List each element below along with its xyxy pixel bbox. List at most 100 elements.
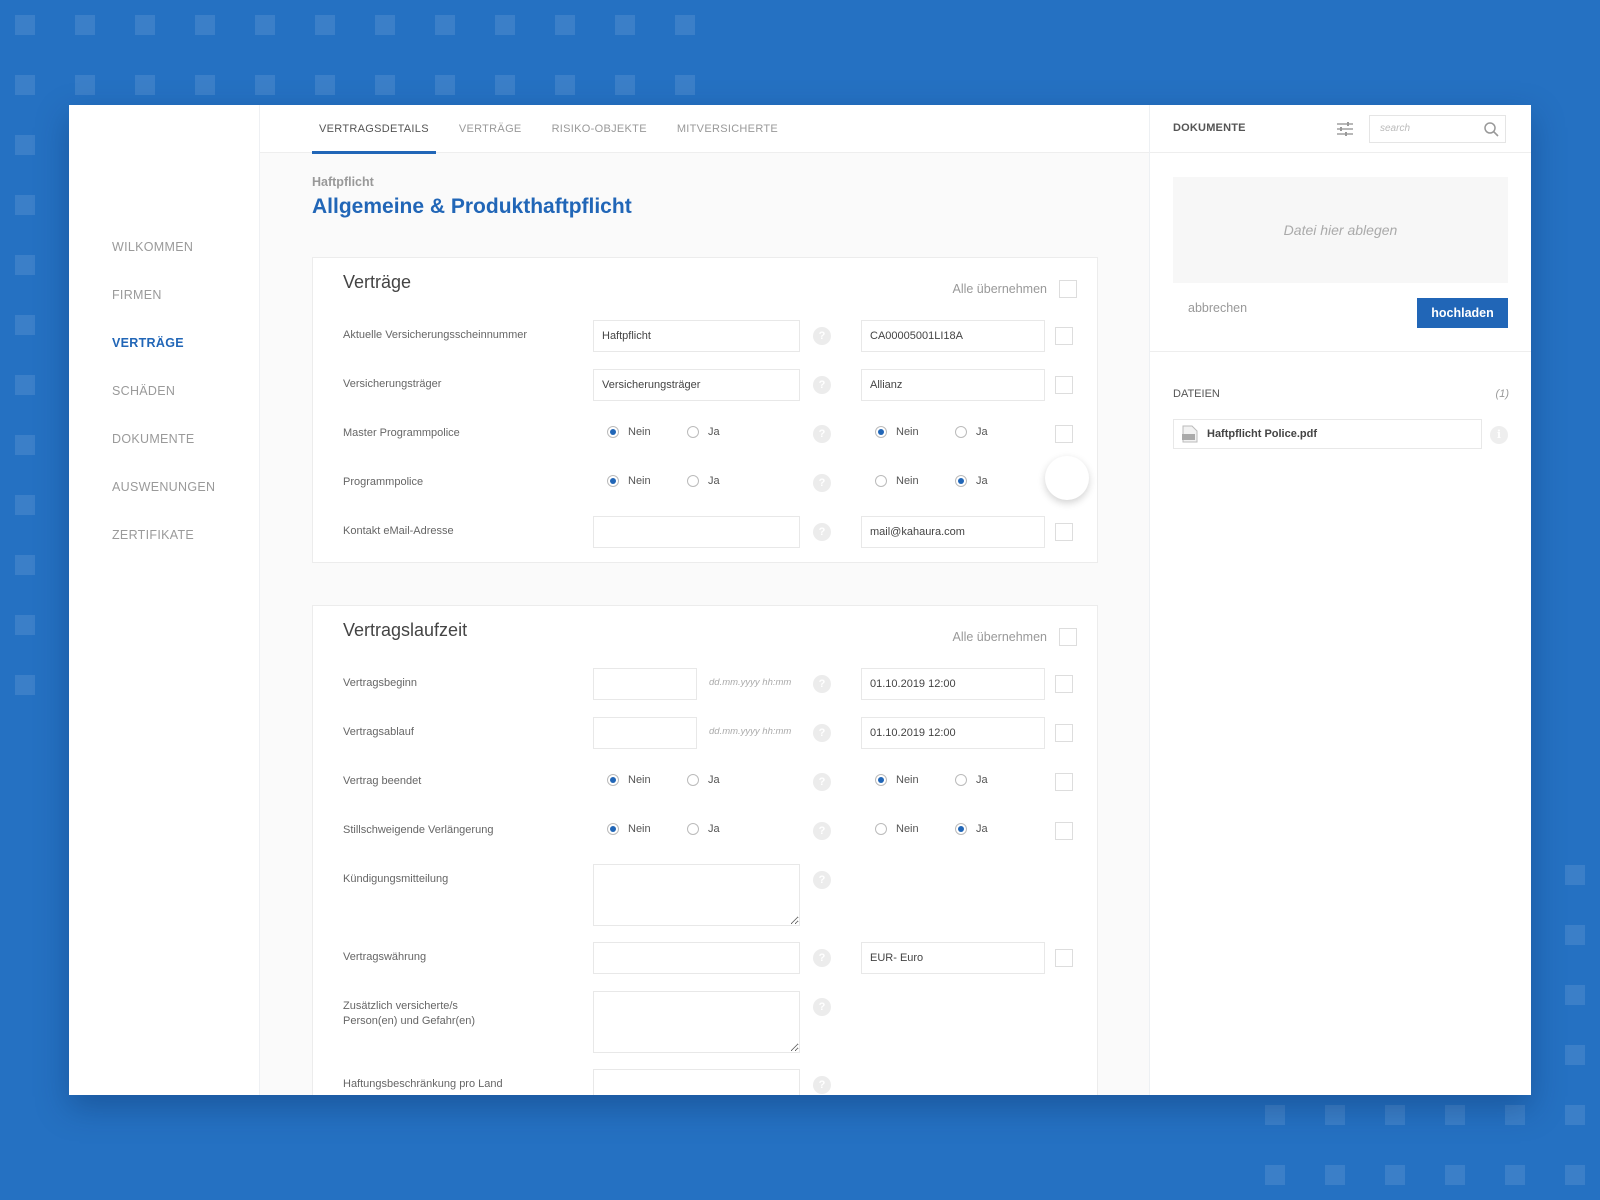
tab-vertraege[interactable]: VERTRÄGE [452, 105, 529, 153]
radio-nein[interactable]: Nein [875, 426, 955, 438]
radio-ja[interactable]: Ja [687, 475, 767, 487]
insurer-target-input[interactable]: Allianz [861, 369, 1045, 401]
take-row-checkbox[interactable] [1055, 327, 1073, 345]
radio-button[interactable] [955, 426, 967, 438]
help-icon[interactable]: ? [813, 1076, 831, 1094]
additional-insured-textarea[interactable] [593, 991, 800, 1053]
radio-button-selected[interactable] [607, 475, 619, 487]
take-all-checkbox[interactable] [1059, 628, 1077, 646]
sidebar-item-wilkommen[interactable]: WILKOMMEN [69, 239, 259, 287]
radio-button-selected[interactable] [607, 426, 619, 438]
radio-button[interactable] [875, 475, 887, 487]
help-icon[interactable]: ? [813, 822, 831, 840]
help-icon[interactable]: ? [813, 523, 831, 541]
help-icon[interactable]: ? [813, 425, 831, 443]
radio-ja[interactable]: Ja [687, 774, 767, 786]
take-row-checkbox[interactable] [1055, 949, 1073, 967]
radio-button[interactable] [875, 823, 887, 835]
radio-button[interactable] [687, 475, 699, 487]
background-square [495, 75, 515, 95]
file-dropzone[interactable]: Datei hier ablegen [1173, 177, 1508, 283]
policy-number-target-input[interactable]: CA00005001LI18A [861, 320, 1045, 352]
help-icon[interactable]: ? [813, 474, 831, 492]
radio-button[interactable] [687, 823, 699, 835]
radio-ja[interactable]: Ja [687, 823, 767, 835]
radio-button-selected[interactable] [607, 823, 619, 835]
insurer-input[interactable]: Versicherungsträger [593, 369, 800, 401]
filter-sliders-icon[interactable] [1336, 121, 1354, 137]
currency-input[interactable] [593, 942, 800, 974]
tab-vertragsdetails[interactable]: VERTRAGSDETAILS [312, 105, 436, 154]
background-square [15, 375, 35, 395]
take-row-checkbox[interactable] [1055, 822, 1073, 840]
take-row-checkbox[interactable] [1055, 773, 1073, 791]
form-row: Kündigungsmitteilung ? [313, 864, 1097, 926]
field-label: Vertragsablauf [343, 726, 414, 738]
radio-ja[interactable]: Ja [955, 475, 1035, 487]
help-icon[interactable]: ? [813, 327, 831, 345]
take-row-checkbox[interactable] [1055, 425, 1073, 443]
radio-ja[interactable]: Ja [955, 823, 1035, 835]
field-label: Vertragswährung [343, 951, 427, 963]
radio-button-selected[interactable] [955, 823, 967, 835]
date-format-hint: dd.mm.yyyy hh:mm [709, 677, 792, 688]
email-input[interactable] [593, 516, 800, 548]
radio-nein[interactable]: Nein [875, 475, 955, 487]
background-square [315, 75, 335, 95]
help-icon[interactable]: ? [813, 773, 831, 791]
help-icon[interactable]: ? [813, 871, 831, 889]
radio-nein[interactable]: Nein [607, 475, 687, 487]
background-square [675, 15, 695, 35]
floating-action-button[interactable] [1045, 456, 1089, 500]
search-input[interactable]: search [1369, 115, 1506, 143]
help-icon[interactable]: ? [813, 949, 831, 967]
take-row-checkbox[interactable] [1055, 724, 1073, 742]
policy-number-input[interactable]: Haftpflicht [593, 320, 800, 352]
sidebar-item-schaeden[interactable]: SCHÄDEN [69, 383, 259, 431]
sidebar-item-zertifikate[interactable]: ZERTIFIKATE [69, 527, 259, 575]
radio-ja[interactable]: Ja [955, 774, 1035, 786]
end-date-input[interactable] [593, 717, 697, 749]
field-label: Master Programmpolice [343, 427, 460, 439]
radio-button-selected[interactable] [875, 774, 887, 786]
radio-ja[interactable]: Ja [955, 426, 1035, 438]
take-row-checkbox[interactable] [1055, 523, 1073, 541]
search-icon[interactable] [1484, 122, 1499, 137]
radio-nein[interactable]: Nein [607, 426, 687, 438]
start-date-input[interactable] [593, 668, 697, 700]
radio-button-selected[interactable] [607, 774, 619, 786]
start-date-target-input[interactable]: 01.10.2019 12:00 [861, 668, 1045, 700]
radio-nein[interactable]: Nein [875, 774, 955, 786]
radio-ja[interactable]: Ja [687, 426, 767, 438]
radio-button-selected[interactable] [875, 426, 887, 438]
radio-nein[interactable]: Nein [607, 823, 687, 835]
liability-limit-input[interactable] [593, 1069, 800, 1095]
sidebar-item-auswenungen[interactable]: AUSWENUNGEN [69, 479, 259, 527]
info-icon[interactable]: i [1490, 426, 1508, 444]
radio-button[interactable] [687, 774, 699, 786]
sidebar-item-dokumente[interactable]: DOKUMENTE [69, 431, 259, 479]
radio-nein[interactable]: Nein [607, 774, 687, 786]
end-date-target-input[interactable]: 01.10.2019 12:00 [861, 717, 1045, 749]
tab-mitversicherte[interactable]: MITVERSICHERTE [670, 105, 785, 153]
help-icon[interactable]: ? [813, 998, 831, 1016]
radio-nein[interactable]: Nein [875, 823, 955, 835]
take-row-checkbox[interactable] [1055, 376, 1073, 394]
radio-button[interactable] [955, 774, 967, 786]
radio-button[interactable] [687, 426, 699, 438]
cancel-button[interactable]: abbrechen [1188, 301, 1247, 315]
sidebar-item-firmen[interactable]: FIRMEN [69, 287, 259, 335]
help-icon[interactable]: ? [813, 376, 831, 394]
currency-target-input[interactable]: EUR- Euro [861, 942, 1045, 974]
cancellation-notice-textarea[interactable] [593, 864, 800, 926]
sidebar-item-vertraege[interactable]: VERTRÄGE [69, 335, 259, 383]
file-list-item[interactable]: Haftpflicht Police.pdf [1173, 419, 1482, 449]
take-all-checkbox[interactable] [1059, 280, 1077, 298]
take-row-checkbox[interactable] [1055, 675, 1073, 693]
email-target-input[interactable]: mail@kahaura.com [861, 516, 1045, 548]
radio-button-selected[interactable] [955, 475, 967, 487]
tab-risiko-objekte[interactable]: RISIKO-OBJEKTE [545, 105, 654, 153]
upload-button[interactable]: hochladen [1417, 298, 1508, 328]
help-icon[interactable]: ? [813, 675, 831, 693]
help-icon[interactable]: ? [813, 724, 831, 742]
